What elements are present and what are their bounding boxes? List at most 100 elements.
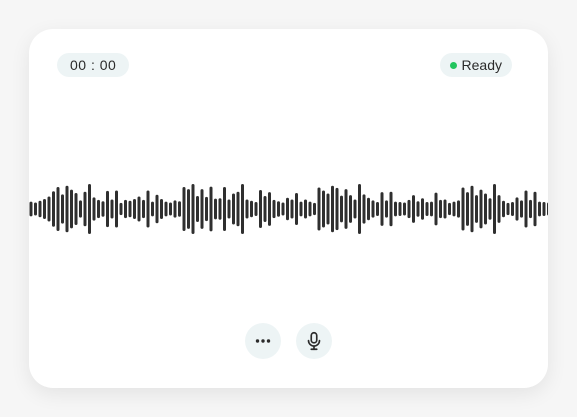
- waveform-bar: [412, 195, 415, 223]
- waveform-bar: [493, 184, 496, 234]
- waveform-bar: [137, 196, 141, 222]
- waveform-bar: [196, 196, 199, 222]
- waveform-bar: [515, 197, 519, 221]
- waveform-bar: [232, 193, 235, 225]
- waveform-bar: [250, 200, 253, 218]
- waveform-bar: [511, 202, 514, 216]
- waveform-bar: [281, 202, 285, 216]
- waveform-bar: [254, 202, 258, 216]
- waveform-bar: [47, 196, 51, 222]
- more-options-button[interactable]: [245, 323, 281, 359]
- waveform-bar: [56, 187, 60, 231]
- waveform-bar: [547, 202, 548, 216]
- waveform-bar: [430, 201, 433, 217]
- waveform-bar: [502, 200, 505, 218]
- waveform-bar: [304, 199, 307, 219]
- waveform-bar: [421, 198, 424, 220]
- status-indicator-dot: [449, 61, 457, 69]
- waveform-bar: [223, 187, 226, 231]
- waveform-bar: [277, 201, 280, 217]
- waveform-bar: [88, 184, 91, 234]
- waveform-bar: [74, 193, 78, 225]
- waveform-bar: [245, 199, 249, 219]
- status-label: Ready: [461, 57, 502, 73]
- waveform-bar: [362, 194, 366, 224]
- waveform-bar: [169, 202, 172, 216]
- waveform-bar: [538, 201, 541, 217]
- waveform-bar: [385, 200, 388, 218]
- waveform-bar: [524, 190, 528, 228]
- waveform-bar: [349, 195, 352, 223]
- waveform-bar: [529, 199, 532, 219]
- waveform-bar: [43, 199, 46, 219]
- waveform-bar: [187, 189, 190, 229]
- waveform-bar: [470, 185, 474, 233]
- recorder-card: 00 : 00 Ready: [29, 29, 548, 388]
- waveform-bar: [268, 192, 271, 226]
- waveform-bar: [398, 202, 402, 216]
- recorder-controls: [29, 323, 548, 359]
- waveform-bar: [533, 191, 537, 227]
- waveform-bar: [209, 186, 213, 232]
- waveform-bar: [191, 184, 195, 234]
- waveform-bar: [295, 193, 298, 225]
- waveform-bar: [146, 190, 150, 228]
- waveform-bar: [475, 195, 478, 223]
- waveform-bar: [331, 185, 334, 233]
- waveform-bar: [439, 199, 442, 219]
- page: 00 : 00 Ready: [0, 0, 577, 417]
- waveform-bar: [92, 197, 96, 221]
- waveform-bar: [124, 199, 127, 219]
- waveform-bar: [335, 187, 339, 231]
- waveform-bar: [263, 196, 267, 222]
- waveform-bar: [353, 199, 357, 219]
- waveform-bar: [340, 195, 343, 223]
- waveform-bar: [70, 189, 73, 229]
- waveform-group: [29, 184, 548, 234]
- waveform-bar: [97, 199, 100, 219]
- waveform-bar: [317, 187, 321, 231]
- more-icon: [255, 339, 271, 343]
- waveform-bar: [52, 191, 55, 227]
- waveform-bar: [142, 199, 145, 219]
- waveform-bar: [443, 199, 447, 219]
- timer-display: 00 : 00: [57, 53, 130, 77]
- waveform-bar: [425, 202, 429, 216]
- waveform-bar: [101, 201, 105, 217]
- waveform-bar: [313, 202, 316, 216]
- waveform-bar: [155, 194, 159, 224]
- waveform-bar: [290, 199, 294, 219]
- waveform-bar: [376, 202, 379, 216]
- waveform-bar: [488, 198, 492, 220]
- waveform-bar: [119, 202, 123, 216]
- waveform-bar: [371, 200, 375, 218]
- waveform-bar: [407, 199, 411, 219]
- waveform-bar: [520, 200, 523, 218]
- status-badge: Ready: [439, 53, 512, 77]
- waveform-bar: [241, 184, 244, 234]
- audio-waveform: [29, 184, 548, 234]
- waveform-bar: [65, 185, 69, 233]
- waveform-bar: [299, 201, 303, 217]
- waveform-bar: [367, 197, 370, 221]
- waveform-bar: [434, 192, 438, 226]
- waveform-bar: [83, 191, 87, 227]
- waveform-bar: [326, 193, 330, 225]
- waveform-bar: [497, 195, 501, 223]
- waveform-bar: [214, 198, 217, 220]
- waveform-bar: [236, 191, 240, 227]
- timer-text: 00 : 00: [70, 57, 117, 73]
- waveform-bar: [484, 193, 487, 225]
- waveform-bar: [272, 199, 276, 219]
- waveform-bar: [110, 199, 114, 219]
- waveform-bar: [106, 190, 109, 228]
- waveform-bar: [322, 190, 325, 228]
- waveform-bar: [205, 196, 208, 222]
- waveform-bar: [29, 201, 33, 217]
- mic-button[interactable]: [296, 323, 332, 359]
- waveform-bar: [308, 201, 312, 217]
- waveform-bar: [479, 189, 483, 229]
- waveform-bar: [61, 194, 64, 224]
- waveform-bar: [506, 202, 510, 216]
- waveform-bar: [182, 187, 186, 231]
